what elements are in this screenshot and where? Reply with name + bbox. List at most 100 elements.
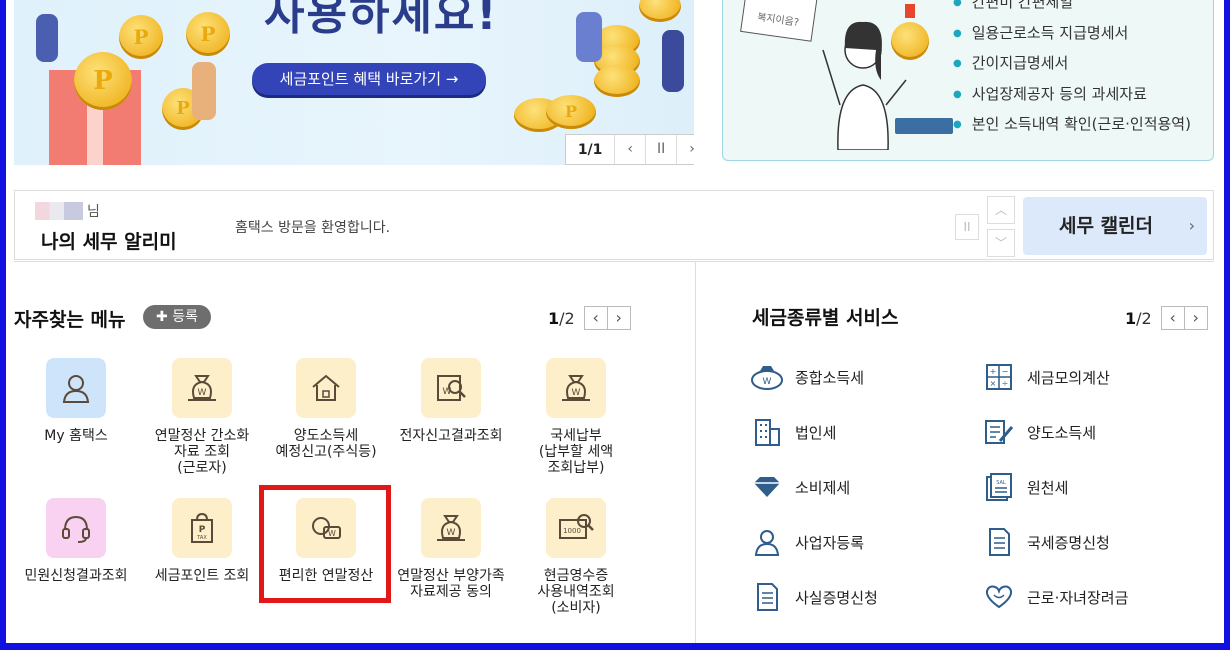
coin-illustration: P [186, 12, 230, 56]
bullet-icon: ● [953, 88, 962, 100]
svg-text:SAL: SAL [996, 480, 1006, 486]
banner-pause-button[interactable]: II [645, 135, 676, 164]
svg-text:1000: 1000 [563, 527, 581, 535]
menu-tile-dependent-consent[interactable]: W 연말정산 부양가족 자료제공 동의 [386, 498, 516, 600]
info-list: ● 간편미 간편체일 ● 일용근로소득 지급명세서 ● 간이지급명세서 ● 사업장제공자… [953, 0, 1191, 140]
menu-tile-label: 연말정산 부양가족 자료제공 동의 [397, 568, 505, 600]
favorites-pagination: 1/2 ‹ › [548, 306, 631, 330]
house-icon [296, 358, 356, 418]
promo-banner[interactable]: 사용하세요! 세금포인트 혜택 바로가기 → P P P P P 1/1 ‹ I… [14, 0, 694, 165]
svg-text:÷: ÷ [1002, 379, 1009, 388]
blurred-username [35, 202, 83, 220]
banner-pager: 1/1 ‹ II › [565, 134, 694, 165]
service-item-tax-certificate[interactable]: 국세증명신청 [981, 527, 1110, 557]
info-list-item[interactable]: ● 간편미 간편체일 [953, 0, 1191, 18]
money-bag-icon: W [546, 358, 606, 418]
document-list-icon [749, 582, 785, 612]
menu-tile-label: 세금포인트 조회 [154, 568, 250, 584]
sticky-note-illustration: 복지이음? [740, 0, 818, 42]
service-item-earned-income-credit[interactable]: 근로·자녀장려금 [981, 582, 1128, 612]
favorites-prev-button[interactable]: ‹ [583, 306, 608, 330]
bullet-icon: ● [953, 58, 962, 69]
favorites-title: 자주찾는 메뉴 [14, 309, 126, 331]
tax-calendar-label: 세무 캘린더 [1059, 215, 1154, 237]
service-item-comprehensive-income-tax[interactable]: W 종합소득세 [749, 362, 864, 392]
menu-tile-e-filing-result[interactable]: W 전자신고결과조회 [386, 358, 516, 444]
service-item-label: 근로·자녀장려금 [1027, 588, 1129, 607]
banner-prev-button[interactable]: ‹ [614, 135, 645, 164]
menu-tile-transfer-income-tax[interactable]: 양도소득세 예정신고(주식등) [261, 358, 391, 460]
heart-hands-icon [981, 582, 1017, 612]
service-item-consumption-tax[interactable]: 소비제세 [749, 472, 850, 502]
register-button[interactable]: ✚ 등록 [143, 305, 211, 329]
coin-illustration: P [119, 15, 163, 59]
favorites-page-indicator: 1/2 [548, 308, 575, 328]
service-item-label: 법인세 [795, 423, 837, 442]
service-item-label: 원천세 [1027, 478, 1069, 497]
tax-services-next-button[interactable]: › [1183, 306, 1208, 330]
service-item-label: 사실증명신청 [795, 588, 878, 607]
tax-services-prev-button[interactable]: ‹ [1160, 306, 1185, 330]
user-name: 님 [35, 201, 100, 221]
info-list-item[interactable]: ● 본인 소득내역 확인(근로·인적용역) [953, 109, 1191, 140]
alert-pause-button[interactable]: II [955, 214, 979, 240]
calculator-icon: + − × ÷ [981, 362, 1017, 392]
document-search-icon: W [421, 358, 481, 418]
person-illustration [192, 62, 216, 120]
svg-text:W: W [443, 387, 452, 397]
svg-text:W: W [763, 377, 772, 387]
service-item-business-registration[interactable]: 사업자등록 [749, 527, 864, 557]
banner-next-button[interactable]: › [676, 135, 694, 164]
building-icon [749, 417, 785, 447]
service-item-transfer-income-tax[interactable]: 양도소득세 [981, 417, 1096, 447]
tax-services-title: 세금종류별 서비스 [752, 307, 899, 329]
menu-tile-label: 국세납부 (납부할 세액 조회납부) [538, 428, 614, 476]
svg-text:P: P [199, 525, 206, 535]
arrow-up-illustration [905, 4, 915, 18]
service-item-label: 국세증명신청 [1027, 533, 1110, 552]
info-list-item[interactable]: ● 간이지급명세서 [953, 48, 1191, 79]
alert-down-button[interactable]: ﹀ [987, 229, 1015, 257]
alert-up-button[interactable]: ︿ [987, 196, 1015, 224]
menu-tile-cash-receipt[interactable]: 1000 현금영수증 사용내역조회 (소비자) [511, 498, 641, 616]
info-list-item[interactable]: ● 사업장제공자 등의 과세자료 [953, 79, 1191, 110]
banner-headline: 사용하세요! [264, 0, 499, 40]
coin-illustration [639, 0, 681, 22]
menu-tile-year-end-simplified[interactable]: W 연말정산 간소화 자료 조회 (근로자) [137, 358, 267, 476]
menu-tile-tax-point[interactable]: P TAX 세금포인트 조회 [137, 498, 267, 584]
info-list-item[interactable]: ● 일용근로소득 지급명세서 [953, 18, 1191, 49]
service-item-label: 소비제세 [795, 478, 851, 497]
svg-text:TAX: TAX [196, 535, 207, 541]
user-suffix: 님 [87, 204, 100, 220]
service-item-fact-certificate[interactable]: 사실증명신청 [749, 582, 878, 612]
person-illustration [36, 14, 58, 62]
tax-calendar-button[interactable]: 세무 캘린더 › [1023, 197, 1207, 255]
highlight-box [259, 485, 391, 603]
certificate-icon [981, 527, 1017, 557]
service-item-tax-simulation[interactable]: + − × ÷ 세금모의계산 [981, 362, 1110, 392]
svg-text:W: W [447, 528, 456, 538]
tax-services-pagination: 1/2 ‹ › [1125, 306, 1208, 330]
bullet-icon: ● [953, 119, 962, 130]
favorites-next-button[interactable]: › [606, 306, 631, 330]
menu-tile-my-hometax[interactable]: My 홈택스 [11, 358, 141, 444]
menu-tile-label: 전자신고결과조회 [399, 428, 503, 444]
menu-tile-petition-result[interactable]: 민원신청결과조회 [11, 498, 141, 584]
coin-illustration: P [74, 52, 132, 110]
chevron-right-icon: › [1188, 216, 1195, 235]
salary-doc-icon: SAL [981, 472, 1017, 502]
svg-text:W: W [572, 388, 581, 398]
diamond-icon [749, 472, 785, 502]
section-divider [14, 261, 1214, 262]
column-divider [695, 262, 696, 650]
banner-page-count: 1/1 [577, 141, 603, 158]
service-item-withholding-tax[interactable]: SAL 원천세 [981, 472, 1068, 502]
bullet-icon: ● [953, 0, 962, 8]
tax-point-benefit-button[interactable]: 세금포인트 혜택 바로가기 → [252, 63, 486, 95]
menu-tile-label: 민원신청결과조회 [24, 568, 128, 584]
service-item-corporate-tax[interactable]: 법인세 [749, 417, 836, 447]
alert-message: 홈택스 방문을 환영합니다. [235, 220, 391, 236]
menu-tile-national-tax-payment[interactable]: W 국세납부 (납부할 세액 조회납부) [511, 358, 641, 476]
money-bag-icon: W [421, 498, 481, 558]
menu-tile-label: 연말정산 간소화 자료 조회 (근로자) [154, 428, 250, 476]
